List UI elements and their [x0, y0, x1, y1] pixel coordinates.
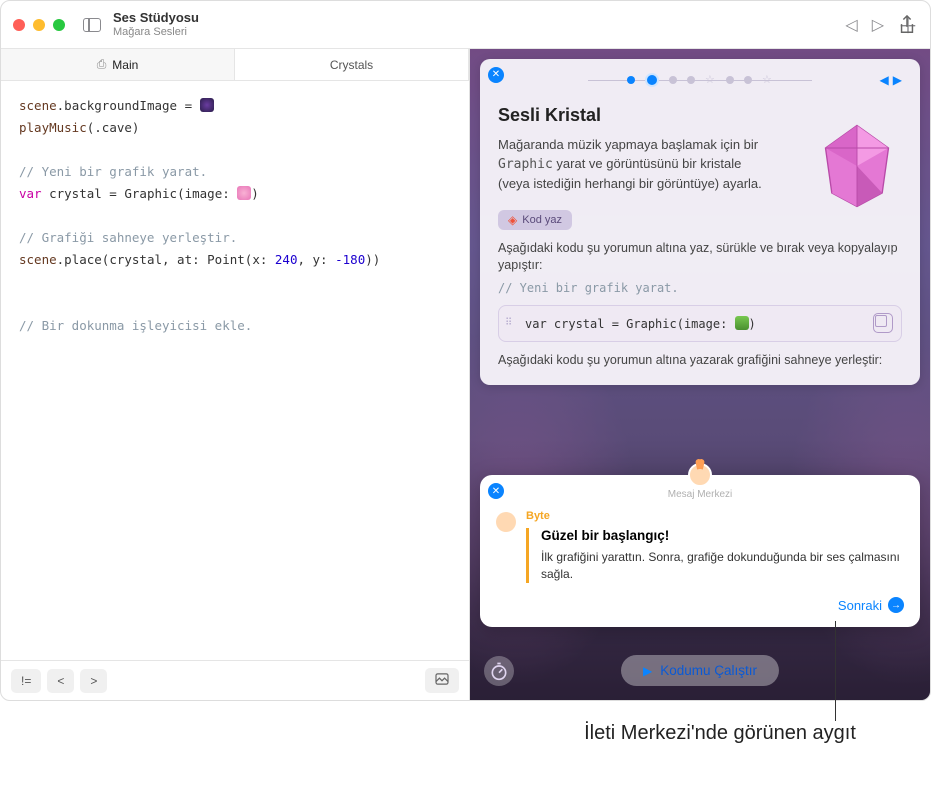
zoom-window-button[interactable]	[53, 19, 65, 31]
close-window-button[interactable]	[13, 19, 25, 31]
write-code-badge: ◈ Kod yaz	[498, 210, 572, 230]
app-window: Ses Stüdyosu Mağara Sesleri ◁ ▷ ＋ ⎙ Main…	[0, 0, 931, 701]
progress-dot-current[interactable]	[645, 73, 659, 87]
image-literal-icon[interactable]	[735, 316, 749, 330]
byte-name: Byte	[511, 510, 904, 522]
progress-dot[interactable]	[687, 76, 695, 84]
tab-crystals-label: Crystals	[330, 58, 373, 72]
image-literal-icon[interactable]	[237, 186, 251, 200]
progress-row: ☆ ☆ ◀ ▶	[498, 73, 902, 87]
message-text: İlk grafiğini yarattın. Sonra, grafiğe d…	[541, 549, 904, 583]
tab-crystals[interactable]: Crystals	[235, 49, 469, 80]
progress-dot[interactable]	[726, 76, 734, 84]
callout-text: İleti Merkezi'nde görünen aygıt	[540, 720, 900, 747]
window-controls	[13, 19, 65, 31]
instruction-card: ✕ ☆ ☆ ◀ ▶ Sesli Kristal	[480, 59, 920, 385]
prog-prev-icon[interactable]: ◀	[880, 73, 889, 87]
nav-back-icon[interactable]: ◁	[845, 15, 857, 35]
code-editor[interactable]: scene.backgroundImage = playMusic(.cave)…	[1, 81, 469, 660]
callout-line	[835, 621, 836, 721]
code-snippet[interactable]: ⠿ var crystal = Graphic(image: )	[498, 305, 902, 342]
message-close-button[interactable]: ✕	[488, 483, 504, 499]
copy-icon[interactable]	[873, 313, 893, 333]
drag-grip-icon[interactable]: ⠿	[505, 318, 510, 329]
message-body: Byte Güzel bir başlangıç! İlk grafiğini …	[496, 510, 904, 583]
arrow-right-icon: →	[888, 597, 904, 613]
message-next-row: Sonraki →	[496, 597, 904, 615]
titlebar: Ses Stüdyosu Mağara Sesleri ◁ ▷ ＋	[1, 1, 930, 49]
progress-dot[interactable]	[744, 76, 752, 84]
instruction-2: Aşağıdaki kodu şu yorumun altına yazarak…	[498, 352, 902, 370]
code-pane: ⎙ Main Crystals scene.backgroundImage = …	[1, 49, 470, 700]
nav-forward-icon[interactable]: ▷	[872, 15, 884, 35]
window-title: Ses Stüdyosu	[113, 11, 199, 25]
run-label: Kodumu Çalıştır	[660, 663, 757, 678]
sidebar-toggle-icon[interactable]	[83, 18, 101, 32]
byte-avatar-small-icon	[496, 512, 516, 532]
shortcut-lt[interactable]: <	[47, 669, 74, 693]
next-button[interactable]: Sonraki →	[838, 597, 904, 613]
card-description: Mağaranda müzik yapmaya başlamak için bi…	[498, 136, 768, 194]
book-icon: ⎙	[97, 57, 107, 72]
speed-control-button[interactable]	[484, 656, 514, 686]
progress-star-icon[interactable]: ☆	[762, 75, 773, 86]
shortcut-bar: != < >	[1, 660, 469, 700]
progress-dot[interactable]	[669, 76, 677, 84]
live-view-pane: ✕ ☆ ☆ ◀ ▶ Sesli Kristal	[470, 49, 930, 700]
run-code-button[interactable]: ▶ Kodumu Çalıştır	[621, 655, 779, 686]
play-icon: ▶	[643, 664, 652, 678]
shortcut-neq[interactable]: !=	[11, 669, 41, 693]
share-icon[interactable]	[898, 15, 916, 40]
image-picker-button[interactable]	[425, 668, 459, 693]
badge-label: Kod yaz	[522, 214, 562, 226]
title-block: Ses Stüdyosu Mağara Sesleri	[113, 11, 199, 37]
next-label: Sonraki	[838, 598, 882, 613]
byte-avatar-icon	[688, 463, 712, 487]
swift-icon: ◈	[508, 213, 517, 227]
main-split: ⎙ Main Crystals scene.backgroundImage = …	[1, 49, 930, 700]
instruction-1: Aşağıdaki kodu şu yorumun altına yaz, sü…	[498, 240, 902, 275]
progress-dot[interactable]	[627, 76, 635, 84]
shortcut-gt[interactable]: >	[80, 669, 107, 693]
prog-next-icon[interactable]: ▶	[893, 73, 902, 87]
message-center-panel: ✕ Mesaj Merkezi Byte Güzel bir başlangıç…	[480, 475, 920, 627]
window-subtitle: Mağara Sesleri	[113, 26, 199, 38]
message-heading: Güzel bir başlangıç!	[541, 528, 904, 543]
code-tabs: ⎙ Main Crystals	[1, 49, 469, 81]
message-center-title: Mesaj Merkezi	[496, 489, 904, 500]
tab-main-label: Main	[112, 58, 138, 72]
progress-star-icon[interactable]: ☆	[705, 75, 716, 86]
minimize-window-button[interactable]	[33, 19, 45, 31]
crystal-icon	[812, 121, 902, 211]
snippet-comment-1: // Yeni bir grafik yarat.	[498, 281, 902, 295]
image-literal-icon[interactable]	[200, 98, 214, 112]
tab-main[interactable]: ⎙ Main	[1, 49, 235, 80]
